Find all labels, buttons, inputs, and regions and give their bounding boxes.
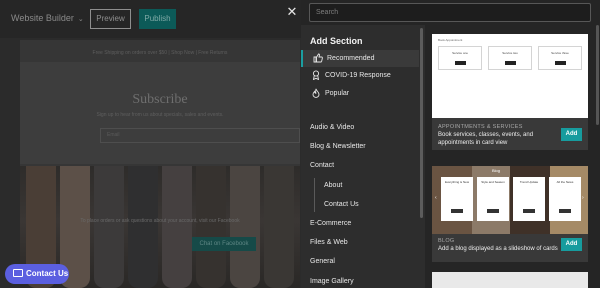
card-description: Book services, classes, events, and appo…	[438, 132, 534, 146]
category-files-web[interactable]: Files & Web	[301, 234, 419, 251]
chevron-down-icon: ⌄	[77, 16, 84, 23]
card-preview: Book Appointment Service one Service two…	[432, 34, 588, 118]
contact-us-button[interactable]: Contact Us	[5, 264, 69, 284]
chat-icon	[13, 269, 23, 277]
thumbs-up-icon	[313, 53, 323, 63]
preview-item: All the News	[549, 177, 581, 221]
site-builder-menu[interactable]: Website Builder ⌄	[11, 13, 84, 23]
preview-item-button	[559, 209, 571, 213]
category-covid-19-response[interactable]: COVID-19 Response	[301, 67, 419, 84]
add-button[interactable]: Add	[561, 128, 582, 141]
preview-item: Service one	[438, 46, 482, 70]
card-category: BLOG	[438, 238, 455, 244]
preview-item: Service three	[538, 46, 582, 70]
category-label: COVID-19 Response	[325, 72, 391, 79]
section-card-appointments[interactable]: Book Appointment Service one Service two…	[432, 34, 588, 150]
category-label: Recommended	[327, 55, 375, 62]
preview-heading: Book Appointment	[438, 38, 463, 42]
section-scrollbar[interactable]	[596, 25, 599, 125]
hero-text: To place orders or ask questions about y…	[80, 218, 240, 224]
preview-item-title: All the News	[556, 180, 574, 184]
close-icon[interactable]: ✕	[286, 5, 298, 19]
preview-item-button	[523, 209, 535, 213]
card-preview: Blog ‹ › Everything is New Style and Sea…	[432, 166, 588, 234]
category-image-gallery[interactable]: Image Gallery	[301, 273, 419, 288]
category-scrollbar[interactable]	[420, 28, 423, 218]
category-label: Popular	[325, 90, 350, 97]
search-input[interactable]: Search	[309, 3, 591, 22]
category-recommended[interactable]: Recommended	[301, 50, 419, 67]
email-field[interactable]: Email	[100, 128, 300, 143]
category-popular[interactable]: Popular	[301, 85, 419, 102]
preview-item-button	[455, 61, 466, 65]
contact-us-label: Contact Us	[26, 269, 69, 278]
hero-garment	[264, 166, 294, 288]
hero-button[interactable]: Chat on Facebook	[192, 237, 256, 251]
add-button[interactable]: Add	[561, 238, 582, 251]
site-builder-label: Website Builder	[11, 13, 74, 23]
preview-heading: Blog	[492, 168, 501, 173]
preview-item-title: Trend Update	[519, 180, 539, 184]
announcement-bar: Free Shipping on orders over $50 | Shop …	[92, 50, 228, 56]
preview-item-button	[451, 209, 463, 213]
publish-button[interactable]: Publish	[139, 9, 176, 29]
flame-icon	[312, 88, 320, 98]
card-description: Add a blog displayed as a slideshow of c…	[438, 246, 558, 252]
hero-garment	[94, 166, 124, 288]
ribbon-icon	[312, 70, 320, 80]
preview-item: Everything is New	[441, 177, 473, 221]
category-blog-newsletter[interactable]: Blog & Newsletter	[301, 138, 419, 155]
panel-title: Add Section	[310, 36, 363, 46]
category-contact-us[interactable]: Contact Us	[301, 196, 419, 213]
preview-item-button	[555, 61, 566, 65]
hero-garment	[196, 166, 226, 288]
preview-item-title: Service three	[551, 51, 569, 55]
preview-button[interactable]: Preview	[90, 9, 131, 29]
section-card-next[interactable]	[432, 272, 588, 288]
subscribe-title: Subscribe	[132, 92, 188, 107]
preview-item-title: Everything is New	[444, 180, 469, 184]
preview-item-title: Style and Season	[481, 180, 505, 184]
card-preview	[432, 272, 588, 288]
preview-item-title: Service two	[502, 51, 518, 55]
card-category: APPOINTMENTS & SERVICES	[438, 124, 523, 130]
category-e-commerce[interactable]: E-Commerce	[301, 215, 419, 232]
preview-item-title: Service one	[452, 51, 468, 55]
category-audio-video[interactable]: Audio & Video	[301, 119, 419, 136]
category-contact[interactable]: Contact	[301, 157, 419, 174]
hero-garment	[230, 166, 260, 288]
category-general[interactable]: General	[301, 253, 419, 270]
preview-item-button	[487, 209, 499, 213]
category-about[interactable]: About	[301, 177, 419, 194]
chevron-left-icon: ‹	[435, 195, 437, 201]
preview-item: Trend Update	[513, 177, 545, 221]
hero-garment	[128, 166, 158, 288]
app-window: Website Builder ⌄ Preview Publish Free Sh…	[0, 0, 600, 288]
subscribe-subtitle: Sign up to hear from us about specials, …	[96, 112, 224, 118]
chevron-right-icon: ›	[582, 195, 584, 201]
section-card-blog[interactable]: Blog ‹ › Everything is New Style and Sea…	[432, 166, 588, 262]
preview-item: Service two	[488, 46, 532, 70]
hero-garment	[162, 166, 192, 288]
preview-item-button	[505, 61, 516, 65]
preview-item: Style and Season	[477, 177, 509, 221]
